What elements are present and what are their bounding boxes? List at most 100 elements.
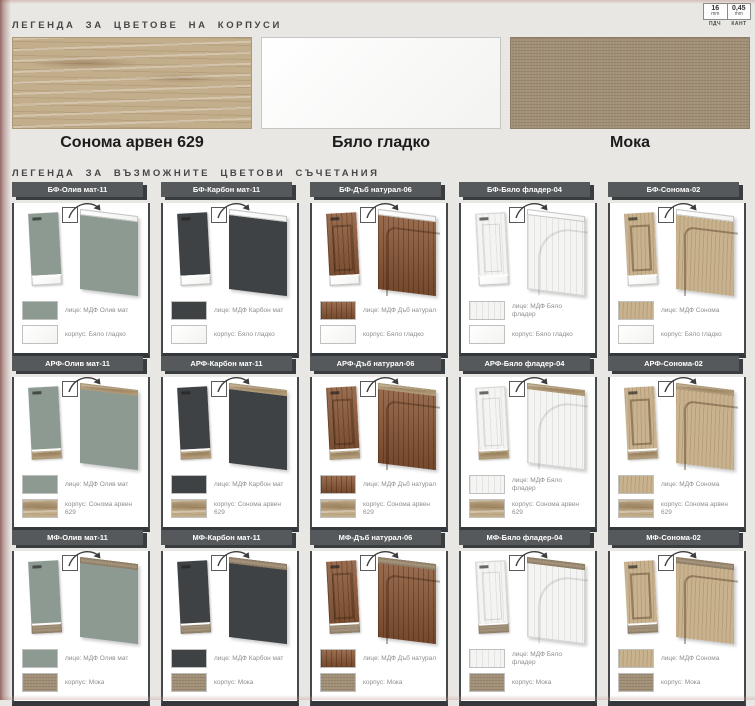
face-legend-row: лице: МДФ Сонома bbox=[618, 301, 736, 320]
door-large-panel bbox=[527, 209, 585, 296]
board-thickness-unit: mm bbox=[704, 12, 727, 17]
body-legend-row: корпус: Мока bbox=[320, 673, 438, 692]
body-color-swatch bbox=[171, 673, 207, 692]
combination-card: БФ-Сонома-02 лице bbox=[608, 182, 746, 352]
face-color-swatch bbox=[171, 475, 207, 494]
card-body: лице: МДФ Дъб натурал корпус: Сонома арв… bbox=[310, 377, 448, 532]
edge-banding-labels: ПДЧ КАНТ bbox=[703, 21, 751, 27]
body-color-label: корпус: Сонома арвен 629 bbox=[512, 501, 587, 515]
door-large-panel bbox=[229, 209, 287, 296]
door-front-panel bbox=[475, 212, 509, 285]
door-handle bbox=[479, 391, 488, 394]
door-front-panel bbox=[624, 386, 658, 459]
body-color-swatch bbox=[320, 673, 356, 692]
door-large-panel bbox=[378, 209, 436, 296]
cabinet-door-illustration bbox=[316, 203, 442, 293]
card-body: лице: МДФ Олив мат корпус: Мока bbox=[12, 551, 150, 706]
door-front-panel bbox=[326, 212, 360, 285]
face-legend-row: лице: МДФ Бяло фладер bbox=[469, 301, 587, 320]
card-title: АРФ-Олив мат-11 bbox=[12, 356, 143, 371]
body-color-label: корпус: Мока bbox=[512, 679, 551, 686]
face-legend-row: лице: МДФ Олив мат bbox=[22, 301, 140, 320]
door-large-face bbox=[378, 209, 436, 296]
door-handle bbox=[32, 391, 41, 394]
door-front-panel bbox=[177, 560, 211, 633]
open-direction-arrow-icon bbox=[513, 547, 553, 569]
card-title: МФ-Бяло фладер-04 bbox=[459, 530, 590, 545]
door-handle bbox=[628, 565, 637, 568]
door-handle bbox=[181, 565, 190, 568]
card-body: лице: МДФ Дъб натурал корпус: Мока bbox=[310, 551, 448, 706]
card-body: лице: МДФ Карбон мат корпус: Мока bbox=[161, 551, 299, 706]
cabinet-door-illustration bbox=[18, 377, 144, 467]
cabinet-door-illustration bbox=[614, 377, 740, 467]
body-color-label: корпус: Мока bbox=[214, 679, 253, 686]
face-color-label: лице: МДФ Олив мат bbox=[65, 481, 128, 488]
door-front-panel bbox=[624, 212, 658, 285]
face-color-label: лице: МДФ Карбон мат bbox=[214, 481, 283, 488]
face-color-label: лице: МДФ Карбон мат bbox=[214, 655, 283, 662]
open-direction-arrow-icon bbox=[66, 199, 106, 221]
open-direction-arrow-icon bbox=[662, 199, 702, 221]
face-color-label: лице: МДФ Олив мат bbox=[65, 655, 128, 662]
combination-card: МФ-Сонома-02 лице bbox=[608, 530, 746, 700]
body-color-swatch bbox=[320, 499, 356, 518]
card-title: АРФ-Сонома-02 bbox=[608, 356, 739, 371]
door-handle bbox=[330, 217, 339, 220]
door-front-panel bbox=[475, 560, 509, 633]
open-direction-arrow-icon bbox=[66, 547, 106, 569]
face-color-label: лице: МДФ Бяло фладер bbox=[512, 477, 587, 491]
face-color-swatch bbox=[320, 649, 356, 668]
edge-banding-values: 16 mm 0,45 mm bbox=[703, 3, 751, 20]
card-title: МФ-Сонома-02 bbox=[608, 530, 739, 545]
door-large-face bbox=[676, 209, 734, 296]
cabinet-door-illustration bbox=[18, 203, 144, 293]
body-legend-row: корпус: Сонома арвен 629 bbox=[171, 499, 289, 518]
door-large-panel bbox=[80, 383, 138, 470]
body-color-label: корпус: Сонома арвен 629 bbox=[214, 501, 289, 515]
body-legend-row: корпус: Сонома арвен 629 bbox=[320, 499, 438, 518]
door-front-panel bbox=[475, 386, 509, 459]
body-color-swatch bbox=[618, 325, 654, 344]
body-color-edge bbox=[180, 274, 210, 286]
board-thickness-cell: 16 mm bbox=[704, 4, 727, 19]
door-large-panel bbox=[676, 209, 734, 296]
face-legend-row: лице: МДФ Олив мат bbox=[22, 649, 140, 668]
door-large-face bbox=[80, 383, 138, 470]
combination-card: АРФ-Сонома-02 лиц bbox=[608, 356, 746, 526]
face-color-label: лице: МДФ Дъб натурал bbox=[363, 307, 436, 314]
face-color-swatch bbox=[22, 475, 58, 494]
open-direction-arrow-icon bbox=[215, 547, 255, 569]
cabinet-door-illustration bbox=[465, 551, 591, 641]
combination-card: БФ-Дъб натурал-06 bbox=[310, 182, 448, 352]
card-title: АРФ-Бяло фладер-04 bbox=[459, 356, 590, 371]
door-front-panel bbox=[177, 212, 211, 285]
door-large-panel bbox=[229, 557, 287, 644]
body-color-swatch-row: Сонома арвен 629 Бяло гладко Мока bbox=[12, 37, 750, 152]
body-legend-row: корпус: Мока bbox=[469, 673, 587, 692]
door-front-panel bbox=[326, 386, 360, 459]
face-color-swatch bbox=[171, 301, 207, 320]
door-large-face bbox=[527, 209, 585, 296]
cabinet-door-illustration bbox=[167, 377, 293, 467]
combination-card: БФ-Олив мат-11 ли bbox=[12, 182, 150, 352]
face-legend-row: лице: МДФ Дъб натурал bbox=[320, 649, 438, 668]
open-direction-arrow-icon bbox=[215, 373, 255, 395]
door-front-panel bbox=[177, 386, 211, 459]
card-body: лице: МДФ Олив мат корпус: Бяло гладко bbox=[12, 203, 150, 358]
door-large-panel bbox=[378, 383, 436, 470]
color-sample bbox=[261, 37, 501, 129]
face-color-swatch bbox=[469, 301, 505, 320]
open-direction-arrow-icon bbox=[364, 547, 404, 569]
body-color-label: корпус: Бяло гладко bbox=[661, 331, 722, 338]
door-front-panel bbox=[28, 386, 62, 459]
body-color-label: корпус: Сонома арвен 629 bbox=[363, 501, 438, 515]
cabinet-door-illustration bbox=[465, 377, 591, 467]
card-title: БФ-Карбон мат-11 bbox=[161, 182, 292, 197]
door-front-panel bbox=[28, 560, 62, 633]
door-large-panel bbox=[527, 383, 585, 470]
face-color-label: лице: МДФ Бяло фладер bbox=[512, 651, 587, 665]
door-large-face bbox=[378, 557, 436, 644]
door-handle bbox=[330, 391, 339, 394]
body-color-swatch bbox=[171, 325, 207, 344]
